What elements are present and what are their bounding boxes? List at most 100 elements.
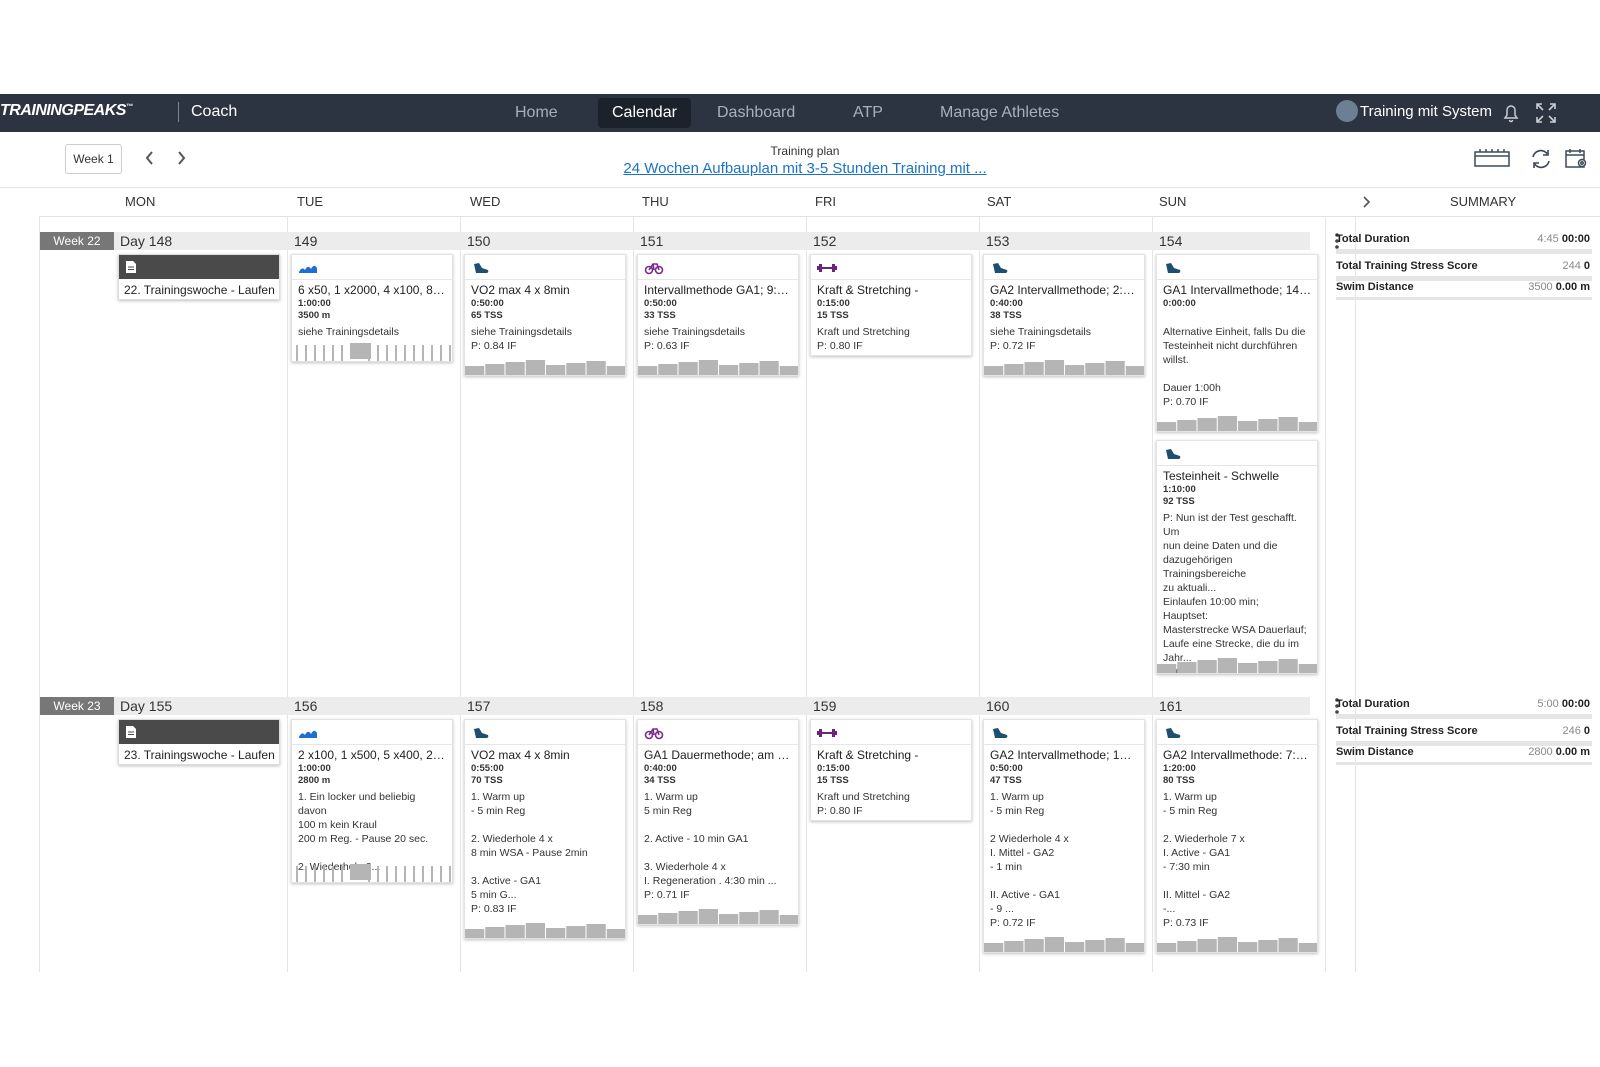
card-divider — [1157, 465, 1317, 466]
workout-card[interactable]: VO2 max 4 x 8min 0:55:00 70 TSS 1. Warm up … — [464, 719, 626, 939]
workout-description: siehe Trainingsdetails P: 0.84 IF — [471, 326, 572, 352]
workout-structure-graph — [1157, 934, 1317, 952]
summary-row: Swim Distance 3500 0.00 m — [1336, 281, 1592, 297]
strength-icon — [817, 260, 837, 276]
calendar-view-icon[interactable] — [1474, 146, 1510, 172]
summary-actual: 0 — [1583, 260, 1590, 272]
workout-card[interactable]: GA1 Intervallmethode; 14min... 0:00:00 Alt… — [1156, 254, 1318, 432]
card-divider — [638, 279, 798, 280]
workout-structure-graph — [1157, 655, 1317, 673]
day-header-mon: MON — [125, 194, 156, 209]
day-number: 152 — [813, 233, 837, 249]
workout-metric: 34 TSS — [644, 775, 676, 786]
note-card-title: 22. Trainingswoche - Laufen — [124, 283, 275, 297]
workout-duration: 0:50:00 — [990, 763, 1023, 774]
nav-dashboard[interactable]: Dashboard — [703, 98, 809, 128]
plan-title-link[interactable]: 24 Wochen Aufbauplan mit 3-5 Stunden Tra… — [500, 160, 1110, 177]
plan-caption: Training plan — [770, 144, 840, 158]
week-label[interactable]: Week 23 — [40, 697, 114, 715]
workout-card[interactable]: GA2 Intervallmethode; 1min ... 0:50:00 47 … — [983, 719, 1145, 953]
workout-structure-graph — [292, 343, 452, 361]
bell-icon[interactable] — [1496, 98, 1526, 128]
day-header-sat: SAT — [987, 194, 1012, 209]
workout-card[interactable]: Testeinheit - Schwelle 1:10:00 92 TSS P: Nu… — [1156, 440, 1318, 674]
trainingpeaks-logo[interactable]: TRAININGPEAKS™ — [0, 102, 133, 120]
card-divider — [292, 279, 452, 280]
workout-metric: 33 TSS — [644, 310, 676, 321]
workout-duration: 0:50:00 — [644, 298, 677, 309]
workout-duration: 0:55:00 — [471, 763, 504, 774]
workout-card[interactable]: GA1 Dauermethode; am End... 0:40:00 34 TSS… — [637, 719, 799, 925]
workout-title: Testeinheit - Schwelle — [1163, 469, 1280, 483]
workout-card[interactable]: Kraft & Stretching -0:15:00 15 TSS Kraft u… — [810, 254, 972, 356]
calendar-settings-icon[interactable] — [1562, 146, 1592, 172]
run-icon — [990, 725, 1010, 741]
workout-structure-graph — [638, 906, 798, 924]
user-avatar[interactable] — [1336, 100, 1358, 122]
workout-card[interactable]: VO2 max 4 x 8min 0:50:00 65 TSS siehe Train… — [464, 254, 626, 376]
day-number: Day 148 — [120, 233, 173, 249]
day-number: 157 — [467, 698, 491, 714]
workout-description: Kraft und Stretching P: 0.80 IF — [817, 326, 910, 352]
strength-icon — [817, 725, 837, 741]
note-card-header — [119, 255, 279, 279]
card-divider — [1157, 744, 1317, 745]
grid-line — [979, 216, 980, 972]
workout-duration: 0:40:00 — [990, 298, 1023, 309]
workout-title: 6 x50, 1 x2000, 4 x100, 8 x50, — [298, 283, 448, 297]
note-document-icon — [126, 261, 136, 273]
workout-duration: 0:40:00 — [644, 763, 677, 774]
nav-home[interactable]: Home — [501, 98, 572, 128]
note-card[interactable]: 22. Trainingswoche - Laufen — [118, 254, 280, 300]
workout-metric: 65 TSS — [471, 310, 503, 321]
workout-card[interactable]: 6 x50, 1 x2000, 4 x100, 8 x50, 1:00:00 350… — [291, 254, 453, 362]
card-divider — [984, 744, 1144, 745]
grid-line — [1325, 216, 1326, 972]
workout-description: siehe Trainingsdetails — [298, 326, 399, 338]
summary-row: Total Duration 5:00 00:00 — [1336, 698, 1592, 714]
swim-icon — [298, 260, 318, 276]
card-divider — [465, 279, 625, 280]
workout-metric: 80 TSS — [1163, 775, 1195, 786]
nav-atp[interactable]: ATP — [839, 98, 897, 128]
next-week-button[interactable] — [170, 145, 192, 171]
fullscreen-icon[interactable] — [1531, 98, 1561, 128]
day-number: 159 — [813, 698, 837, 714]
workout-metric: 92 TSS — [1163, 496, 1195, 507]
workout-structure-graph — [984, 934, 1144, 952]
workout-metric: 15 TSS — [817, 775, 849, 786]
workout-title: 2 x100, 1 x500, 5 x400, 2 x5... — [298, 748, 448, 762]
card-divider — [811, 279, 971, 280]
summary-actual: 00:00 — [1561, 698, 1590, 710]
day-number: 153 — [986, 233, 1010, 249]
workout-duration: 0:15:00 — [817, 298, 850, 309]
workout-card[interactable]: Kraft & Stretching -0:15:00 15 TSS Kraft u… — [810, 719, 972, 821]
workout-title: VO2 max 4 x 8min — [471, 748, 570, 762]
summary-row: Total Duration 4:45 00:00 — [1336, 233, 1592, 249]
expand-summary-chevron-icon[interactable] — [1360, 188, 1380, 216]
summary-label: Total Training Stress Score — [1336, 725, 1478, 737]
prev-week-button[interactable] — [139, 145, 161, 171]
grid-line — [633, 216, 634, 972]
note-card[interactable]: 23. Trainingswoche - Laufen — [118, 719, 280, 765]
workout-description: Alternative Einheit, falls Du die Testei… — [1163, 326, 1306, 408]
workout-card[interactable]: GA2 Intervallmethode: 7:30... 1:20:00 80 T… — [1156, 719, 1318, 953]
workout-duration: 0:15:00 — [817, 763, 850, 774]
nav-manage-athletes[interactable]: Manage Athletes — [926, 98, 1073, 128]
workout-metric: 15 TSS — [817, 310, 849, 321]
user-name[interactable]: Training mit System — [1360, 103, 1492, 120]
week-label[interactable]: Week 22 — [40, 232, 114, 250]
grid-line — [287, 216, 288, 972]
workout-title: Kraft & Stretching - — [817, 283, 919, 297]
logo-divider — [178, 102, 179, 122]
summary-value: 244 0 — [1562, 260, 1590, 272]
workout-card[interactable]: Intervallmethode GA1; 9:30... 0:50:00 33 T… — [637, 254, 799, 376]
calendar-toolbar: Week 1 Training plan 24 Wochen Aufbaupla… — [0, 132, 1600, 188]
nav-calendar[interactable]: Calendar — [598, 98, 691, 128]
workout-description: 1. Ein locker und beliebig davon 100 m k… — [298, 791, 429, 873]
refresh-icon[interactable] — [1526, 146, 1556, 172]
workout-card[interactable]: 2 x100, 1 x500, 5 x400, 2 x5... 1:00:00 28… — [291, 719, 453, 883]
workout-card[interactable]: GA2 Intervallmethode; 2:30... 0:40:00 38 T… — [983, 254, 1145, 376]
coach-label: Coach — [191, 103, 238, 120]
week-select-button[interactable]: Week 1 — [65, 144, 122, 174]
